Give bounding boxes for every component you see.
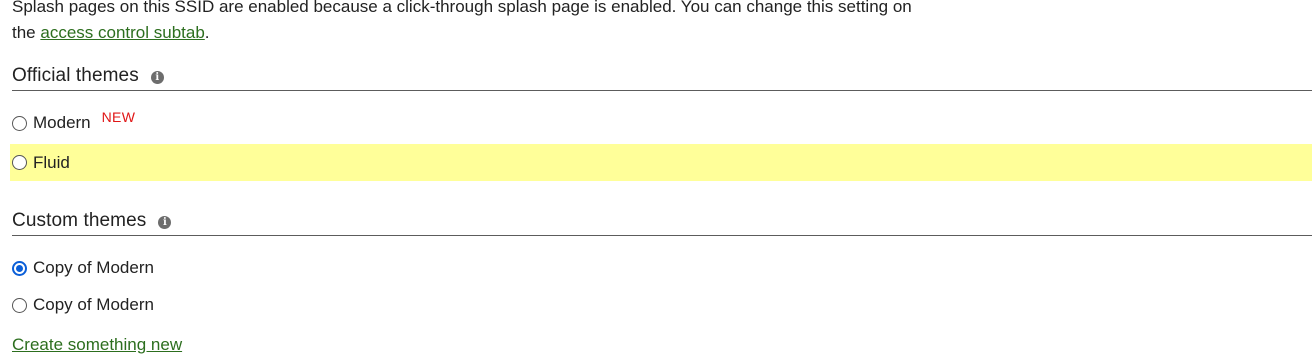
theme-radio-fluid[interactable] <box>12 155 27 170</box>
theme-option-copy-of-modern-1[interactable]: Copy of Modern <box>10 250 1312 286</box>
theme-option-fluid[interactable]: Fluid <box>10 144 1312 181</box>
splash-theme-settings: Splash pages on this SSID are enabled be… <box>0 0 1312 364</box>
custom-themes-header: Custom themes i <box>12 207 1312 236</box>
access-control-subtab-link[interactable]: access control subtab <box>40 23 204 42</box>
info-icon[interactable]: i <box>150 70 164 84</box>
custom-themes-title: Custom themes <box>12 210 147 231</box>
theme-radio-copy-of-modern-1[interactable] <box>12 260 27 276</box>
theme-label-modern: Modern <box>33 113 91 132</box>
info-icon[interactable]: i <box>158 215 172 229</box>
theme-option-copy-of-modern-2[interactable]: Copy of Modern <box>10 287 1312 323</box>
theme-label-copy-of-modern-1: Copy of Modern <box>33 258 154 277</box>
theme-radio-copy-of-modern-2[interactable] <box>12 297 27 313</box>
splash-notice: Splash pages on this SSID are enabled be… <box>12 0 912 46</box>
theme-radio-modern[interactable] <box>12 115 27 131</box>
create-something-new-link[interactable]: Create something new <box>12 335 182 355</box>
theme-option-modern[interactable]: Modern NEW <box>10 105 1312 141</box>
theme-label-copy-of-modern-2: Copy of Modern <box>33 295 154 314</box>
new-badge: NEW <box>101 109 136 125</box>
official-themes-title: Official themes <box>12 65 139 86</box>
theme-label-fluid: Fluid <box>33 152 70 172</box>
official-themes-header: Official themes i <box>12 62 1312 91</box>
notice-text-end: . <box>204 23 210 42</box>
